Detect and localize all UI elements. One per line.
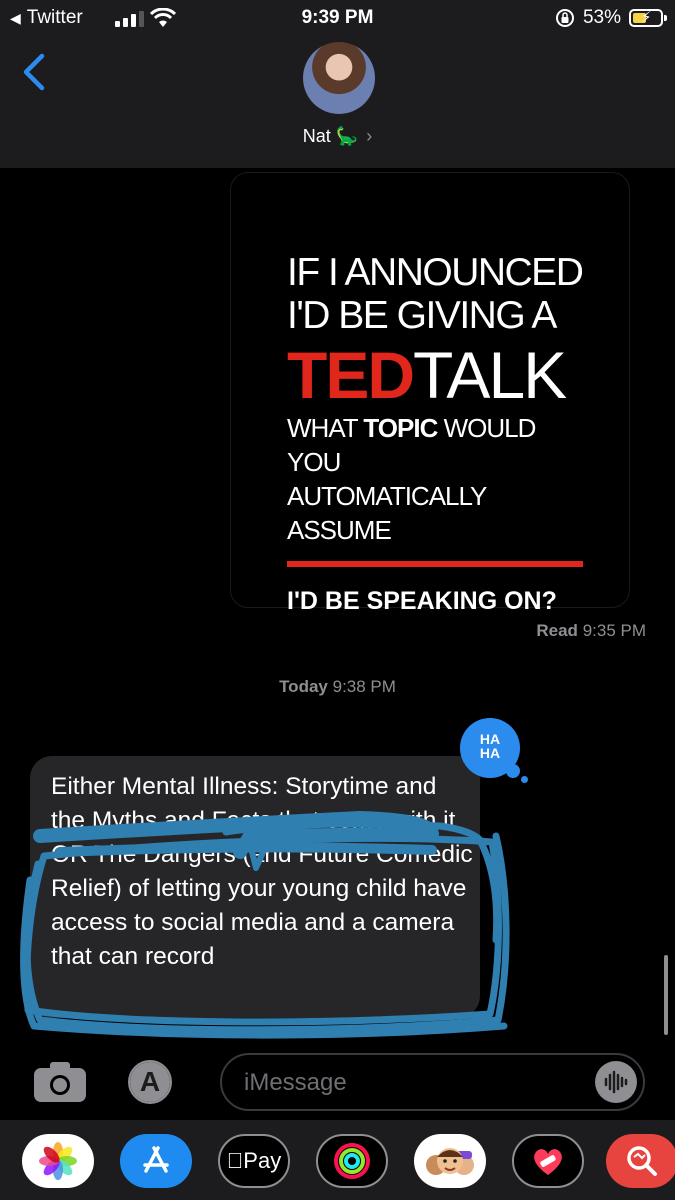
apple-pay-icon[interactable]: Pay [218, 1134, 290, 1188]
tapback-tail-dot [506, 764, 520, 778]
contact-name-button[interactable]: Nat 🦕 › [0, 126, 675, 147]
activity-icon[interactable] [316, 1134, 388, 1188]
chevron-left-icon[interactable] [16, 50, 52, 94]
image-message[interactable]: IF I ANNOUNCED I'D BE GIVING A TEDTALK W… [230, 172, 630, 615]
imessage-field[interactable] [242, 1055, 586, 1111]
right-status-group: 53% ⚡ [555, 7, 667, 29]
memoji-icon[interactable] [414, 1134, 486, 1188]
message-input[interactable] [220, 1053, 645, 1111]
status-bar: ◀ Twitter 9:39 PM 53% ⚡ [0, 0, 675, 38]
ted-image-text: IF I ANNOUNCED I'D BE GIVING A TEDTALK W… [287, 251, 587, 616]
ted-line-6: I'D BE SPEAKING ON? [287, 587, 557, 615]
contact-avatar[interactable] [303, 42, 375, 114]
message-text: Either Mental Illness: Storytime and the… [51, 773, 473, 970]
search-images-icon[interactable] [606, 1134, 675, 1188]
contact-name: Nat 🦕 [302, 126, 359, 146]
read-receipt: Read 9:35 PM [536, 621, 646, 640]
battery-icon: ⚡ [629, 9, 667, 27]
tapback-tail-dot-small [521, 776, 528, 783]
ted-line-5: AUTOMATICALLY ASSUME [287, 481, 487, 545]
ted-line-1: IF I ANNOUNCED [287, 251, 584, 294]
ted-line-4: WHAT TOPIC WOULD YOU [287, 413, 536, 477]
ted-talk-wordmark: TEDTALK [287, 338, 567, 412]
scroll-indicator[interactable] [664, 955, 668, 1035]
orientation-lock-icon [555, 9, 574, 27]
audio-record-icon[interactable] [595, 1061, 637, 1103]
camera-icon[interactable] [32, 1060, 88, 1104]
heart-sticker-icon[interactable] [512, 1134, 584, 1188]
chevron-right-icon: › [366, 126, 373, 146]
received-message-bubble[interactable]: Either Mental Illness: Storytime and the… [30, 756, 480, 1018]
thread-timestamp: Today 9:38 PM [279, 677, 396, 696]
apple-pay-label: Pay [235, 1148, 281, 1173]
app-drawer: Pay [0, 1120, 675, 1200]
app-store-icon[interactable] [120, 1134, 192, 1188]
ted-red-rule [287, 561, 583, 567]
photos-icon[interactable] [22, 1134, 94, 1188]
ted-line-2: I'D BE GIVING A [287, 294, 557, 337]
app-store-drawer-icon[interactable]: A [128, 1060, 172, 1104]
battery-percent: 53% [582, 7, 621, 28]
conversation-header: ◀ Twitter 9:39 PM 53% ⚡ Nat 🦕 › [0, 0, 675, 168]
